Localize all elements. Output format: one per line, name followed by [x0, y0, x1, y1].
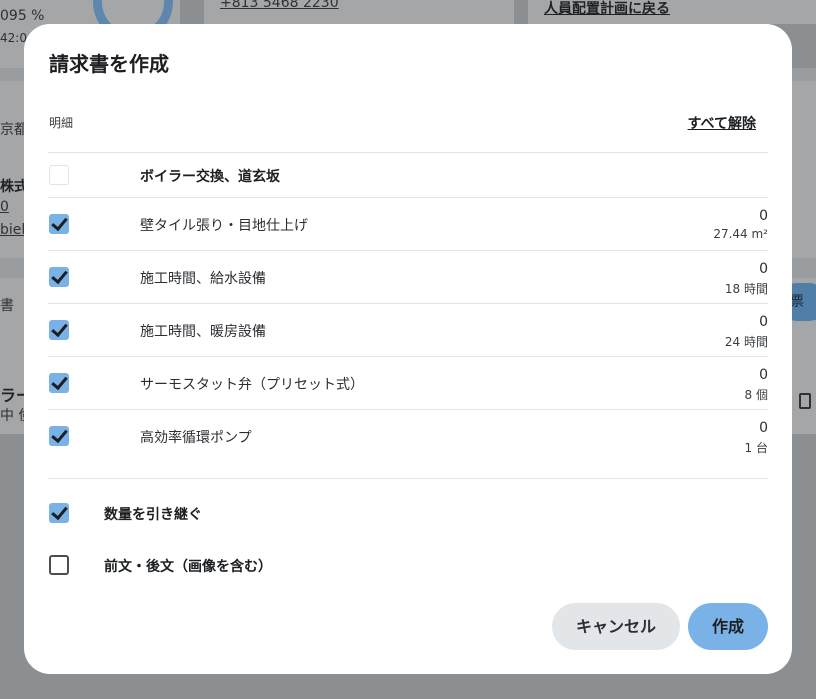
cancel-button[interactable]: キャンセル [552, 603, 680, 650]
item-checkbox[interactable] [49, 373, 69, 393]
section-label-details: 明細 [49, 116, 74, 130]
list-divider [48, 478, 768, 479]
item-row: 高効率循環ポンプ 0 1 台 [48, 409, 768, 462]
item-row: 施工時間、暖房設備 0 24 時間 [48, 303, 768, 356]
item-label: 施工時間、給水設備 [140, 271, 266, 287]
item-row: 壁タイル張り・目地仕上げ 0 27.44 m² [48, 197, 768, 250]
item-group-row: ボイラー交換、道玄坂 [48, 152, 768, 197]
item-price: 0 [759, 420, 768, 436]
group-label: ボイラー交換、道玄坂 [140, 169, 280, 185]
preface-postscript-label: 前文・後文（画像を含む） [104, 559, 272, 575]
carry-over-quantity-checkbox[interactable] [49, 503, 69, 523]
background-time: 42:0 [0, 31, 27, 45]
group-checkbox[interactable] [49, 165, 69, 185]
background-percent: 095 % [0, 8, 45, 24]
create-button[interactable]: 作成 [688, 603, 768, 650]
clear-all-button[interactable]: すべて解除 [688, 113, 756, 133]
item-price: 0 [759, 261, 768, 277]
item-row: 施工時間、給水設備 0 18 時間 [48, 250, 768, 303]
item-quantity: 1 台 [744, 441, 768, 455]
item-checkbox[interactable] [49, 214, 69, 234]
background-number-link[interactable]: 0 [0, 199, 9, 215]
phone-link[interactable]: +813 5468 2230 [220, 0, 339, 11]
dialog-title: 請求書を作成 [49, 52, 169, 76]
item-quantity: 24 時間 [724, 335, 768, 349]
item-quantity: 18 時間 [724, 282, 768, 296]
item-label: 壁タイル張り・目地仕上げ [140, 218, 308, 234]
item-quantity: 8 個 [744, 388, 768, 402]
back-to-staffing-link[interactable]: 人員配置計画に戻る [544, 0, 670, 18]
background-tab: 書 [0, 298, 14, 314]
item-checkbox[interactable] [49, 267, 69, 287]
carry-over-quantity-label: 数量を引き継ぐ [104, 507, 202, 523]
item-price: 0 [759, 208, 768, 224]
item-label: 高効率循環ポンプ [140, 430, 252, 446]
item-checkbox[interactable] [49, 320, 69, 340]
item-row: サーモスタット弁（プリセット式） 0 8 個 [48, 356, 768, 409]
item-checkbox[interactable] [49, 426, 69, 446]
create-invoice-dialog: 請求書を作成 明細 すべて解除 ボイラー交換、道玄坂 壁タイル張り・目地仕上げ … [24, 24, 792, 674]
preface-postscript-checkbox[interactable] [49, 555, 69, 575]
item-quantity: 27.44 m² [713, 227, 768, 241]
item-label: 施工時間、暖房設備 [140, 324, 266, 340]
item-label: サーモスタット弁（プリセット式） [140, 377, 364, 393]
document-icon[interactable] [799, 393, 811, 409]
item-price: 0 [759, 367, 768, 383]
item-price: 0 [759, 314, 768, 330]
item-list: ボイラー交換、道玄坂 壁タイル張り・目地仕上げ 0 27.44 m² 施工時間、… [48, 152, 768, 462]
